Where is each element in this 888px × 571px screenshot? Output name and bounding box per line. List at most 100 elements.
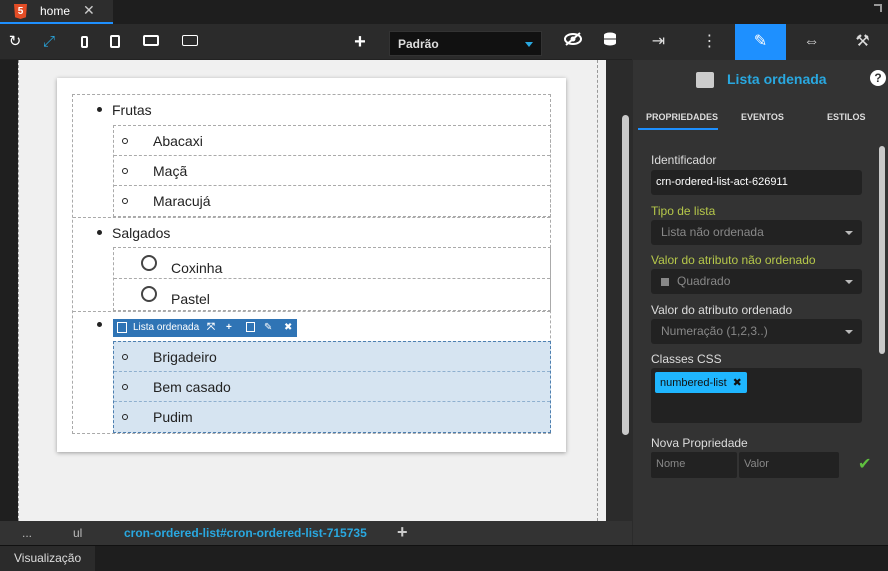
list-item-label: Frutas xyxy=(112,102,152,118)
breadcrumb-current[interactable]: cron-ordered-list#cron-ordered-list-7157… xyxy=(124,526,367,540)
list-item-label: Maçã xyxy=(153,163,188,179)
tab-tools-icon[interactable]: ⚒ xyxy=(837,24,888,60)
circle-bullet-icon xyxy=(122,414,128,420)
panel-scrollbar[interactable] xyxy=(879,146,885,354)
chevron-down-icon xyxy=(525,42,533,47)
tab-visualizacao[interactable]: Visualização xyxy=(0,546,96,571)
html5-icon: 5 xyxy=(14,4,27,19)
circle-bullet-icon xyxy=(122,354,128,360)
nao-ordenado-select[interactable]: Quadrado xyxy=(651,269,862,294)
breadcrumb-ellipsis[interactable]: ... xyxy=(22,526,32,540)
tab-estilos[interactable]: ESTILOS xyxy=(827,112,866,122)
selection-label: Lista ordenada xyxy=(133,322,200,333)
nested-list[interactable]: Coxinha Pastel xyxy=(113,247,551,311)
database-icon[interactable] xyxy=(600,32,620,52)
nova-propriedade-label: Nova Propriedade xyxy=(651,436,748,450)
list-item-label: Pastel xyxy=(171,291,210,307)
breadcrumb-ul[interactable]: ul xyxy=(73,526,82,540)
add-icon[interactable]: + xyxy=(350,32,370,52)
move-icon[interactable]: ⤧ xyxy=(207,322,215,333)
tab-tree-icon[interactable]: ⋮ xyxy=(684,24,735,60)
tipo-lista-select[interactable]: Lista não ordenada xyxy=(651,220,862,245)
identificador-input[interactable]: crn-ordered-list-act-626911 xyxy=(651,170,862,195)
list-item[interactable]: Frutas xyxy=(73,95,550,125)
nested-list[interactable]: Abacaxi Maçã Maracujá xyxy=(113,125,551,217)
bullet-icon xyxy=(97,230,102,235)
properties-panel: ⇥ ⋮ ✎ ⇔ ⚒ Lista ordenada ? PROPRIEDADES … xyxy=(633,24,888,545)
design-canvas: Frutas Abacaxi Maçã Maracujá Salgados Co… xyxy=(0,60,632,521)
valor-input[interactable]: Valor xyxy=(739,452,839,478)
close-icon[interactable]: ✕ xyxy=(83,2,95,19)
selected-ordered-list[interactable]: Brigadeiro Bem casado Pudim xyxy=(113,341,551,433)
list-item[interactable]: Salgados xyxy=(73,217,550,247)
list-item-label: Bem casado xyxy=(153,379,231,395)
list-item-label: Pudim xyxy=(153,409,193,425)
classes-label: Classes CSS xyxy=(651,352,722,366)
tipo-lista-value: Lista não ordenada xyxy=(661,225,764,239)
list-item-label: Maracujá xyxy=(153,193,211,209)
tab-propriedades[interactable]: PROPRIEDADES xyxy=(646,112,718,122)
subtabs: PROPRIEDADES EVENTOS ESTILOS xyxy=(633,108,888,130)
refresh-icon[interactable]: ↻ xyxy=(5,32,25,52)
bottom-panel: Visualização xyxy=(0,545,888,571)
class-chip[interactable]: numbered-list ✖ xyxy=(655,372,747,393)
list-item[interactable]: Pudim xyxy=(114,402,550,432)
wand-icon[interactable]: ✎ xyxy=(264,322,272,333)
delete-icon[interactable]: ✖ xyxy=(284,322,292,333)
tab-import-icon[interactable]: ⇥ xyxy=(633,24,684,60)
list-item-label: Abacaxi xyxy=(153,133,203,149)
list-item[interactable]: Maçã xyxy=(114,156,550,186)
copy-icon[interactable] xyxy=(246,322,255,332)
tab-resize-icon[interactable]: ⇔ xyxy=(786,24,837,60)
list-item[interactable]: Brigadeiro xyxy=(114,342,550,372)
nao-ordenado-label: Valor do atributo não ordenado xyxy=(651,253,816,267)
list-item[interactable]: Coxinha xyxy=(114,248,550,279)
monitor-device-icon[interactable] xyxy=(180,32,200,52)
canvas-scrollbar[interactable] xyxy=(622,115,629,435)
chevron-down-icon xyxy=(845,280,853,284)
list-icon xyxy=(117,322,127,333)
circle-bullet-icon xyxy=(122,138,128,144)
list-item[interactable]: Bem casado xyxy=(114,372,550,402)
canvas-toolbar: ↻ ⤢ + Padrão xyxy=(0,24,632,60)
list-item[interactable]: Pastel xyxy=(114,279,550,310)
visibility-icon[interactable] xyxy=(563,32,583,52)
add-breadcrumb-icon[interactable]: + xyxy=(397,522,408,543)
tab-eventos[interactable]: EVENTOS xyxy=(741,112,784,122)
tipo-lista-label: Tipo de lista xyxy=(651,204,716,218)
nao-ordenado-value: Quadrado xyxy=(677,274,731,288)
help-icon[interactable]: ? xyxy=(870,70,886,86)
unordered-list[interactable]: Frutas Abacaxi Maçã Maracujá Salgados Co… xyxy=(72,94,551,434)
list-item[interactable]: Maracujá xyxy=(114,186,550,216)
list-icon xyxy=(696,72,714,88)
confirm-check-icon[interactable]: ✔ xyxy=(858,454,871,474)
classes-input[interactable]: numbered-list ✖ xyxy=(651,368,862,423)
remove-chip-icon[interactable]: ✖ xyxy=(733,377,742,389)
class-chip-label: numbered-list xyxy=(660,377,727,389)
panel-tabs: ⇥ ⋮ ✎ ⇔ ⚒ xyxy=(633,24,888,60)
list-item-label: Brigadeiro xyxy=(153,349,217,365)
page-card: Frutas Abacaxi Maçã Maracujá Salgados Co… xyxy=(57,78,566,452)
circle-bullet-icon xyxy=(122,168,128,174)
ide-window: 5 home ✕ ↻ ⤢ + Padrão Frutas Abacaxi Maç… xyxy=(0,0,888,571)
desktop-device-icon[interactable] xyxy=(141,32,161,52)
viewport-select[interactable]: Padrão xyxy=(389,31,542,56)
tablet-device-icon[interactable] xyxy=(105,32,125,52)
panel-title: Lista ordenada xyxy=(727,71,827,87)
add-child-icon[interactable]: + xyxy=(226,322,232,333)
phone-device-icon[interactable] xyxy=(74,32,94,52)
identificador-label: Identificador xyxy=(651,153,717,167)
tab-home[interactable]: 5 home ✕ xyxy=(0,0,113,24)
square-icon xyxy=(661,277,669,286)
ordenado-select[interactable]: Numeração (1,2,3..) xyxy=(651,319,862,344)
tab-edit-icon[interactable]: ✎ xyxy=(735,24,786,60)
expand-icon[interactable]: ⤢ xyxy=(39,32,59,52)
maximize-icon[interactable] xyxy=(874,4,882,12)
chevron-down-icon xyxy=(845,231,853,235)
bullet-icon xyxy=(97,322,102,327)
nome-input[interactable]: Nome xyxy=(651,452,737,478)
list-item[interactable]: Abacaxi xyxy=(114,126,550,156)
circle-bullet-icon xyxy=(122,198,128,204)
ordenado-value: Numeração (1,2,3..) xyxy=(661,324,768,338)
selection-toolbar: Lista ordenada ⤧ + ✎ ✖ xyxy=(113,319,297,337)
